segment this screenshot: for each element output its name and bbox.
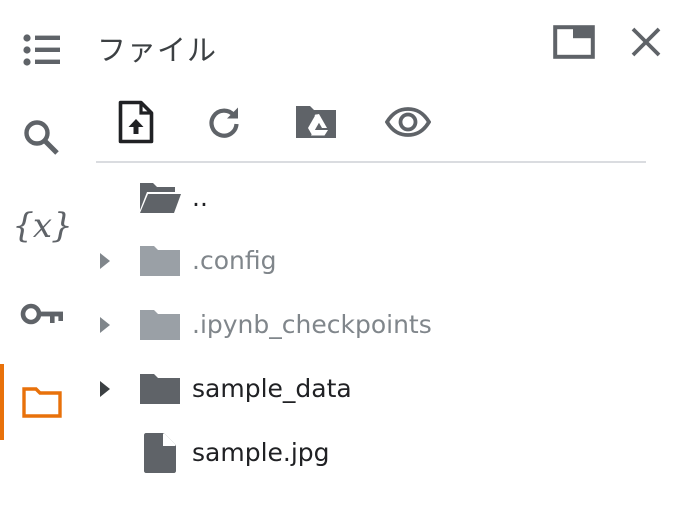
file-row-ipynb-checkpoints[interactable]: .ipynb_checkpoints	[96, 297, 656, 353]
upload-button[interactable]	[110, 98, 162, 150]
file-name: ..	[192, 183, 208, 212]
mount-drive-button[interactable]	[290, 98, 342, 150]
files-button[interactable]	[0, 370, 84, 434]
folder-icon	[138, 305, 182, 345]
panel-title: ファイル	[97, 33, 218, 67]
variables-icon: {x}	[12, 206, 72, 246]
variables-button[interactable]: {x}	[0, 194, 84, 258]
secrets-button[interactable]	[0, 282, 84, 346]
open-in-new-panel-icon	[553, 25, 595, 63]
table-of-contents-button[interactable]	[0, 18, 84, 82]
file-name: .ipynb_checkpoints	[192, 310, 432, 339]
upload-file-icon	[118, 100, 154, 148]
search-icon	[22, 118, 62, 158]
side-rail: {x}	[0, 0, 84, 522]
folder-outline-icon	[21, 385, 63, 419]
file-row-sample-jpg[interactable]: sample.jpg	[96, 425, 656, 481]
refresh-icon	[206, 104, 242, 144]
file-browser-panel: {x} ファイル .. .config .ipynb_checkpoints s…	[0, 0, 676, 522]
file-name: sample_data	[192, 374, 352, 403]
folder-icon	[138, 369, 182, 409]
file-row-parent[interactable]: ..	[96, 170, 656, 226]
file-row-config[interactable]: .config	[96, 233, 656, 289]
expand-chevron-icon[interactable]	[98, 315, 112, 335]
search-button[interactable]	[0, 106, 84, 170]
list-icon	[22, 33, 62, 67]
file-name: .config	[192, 246, 277, 275]
file-icon	[138, 433, 182, 473]
file-name: sample.jpg	[192, 438, 330, 467]
key-icon	[20, 301, 64, 327]
expand-chevron-icon[interactable]	[98, 251, 112, 271]
close-panel-button[interactable]	[624, 22, 668, 66]
google-drive-folder-icon	[295, 105, 337, 143]
expand-chevron-icon[interactable]	[98, 379, 112, 399]
open-in-tab-button[interactable]	[548, 22, 600, 66]
folder-open-icon	[138, 178, 182, 218]
close-icon	[630, 26, 662, 62]
folder-icon	[138, 241, 182, 281]
show-hidden-files-button[interactable]	[382, 98, 434, 150]
refresh-button[interactable]	[198, 98, 250, 150]
eye-icon	[384, 107, 432, 141]
toolbar-divider	[96, 161, 646, 163]
file-row-sample-data[interactable]: sample_data	[96, 361, 656, 417]
